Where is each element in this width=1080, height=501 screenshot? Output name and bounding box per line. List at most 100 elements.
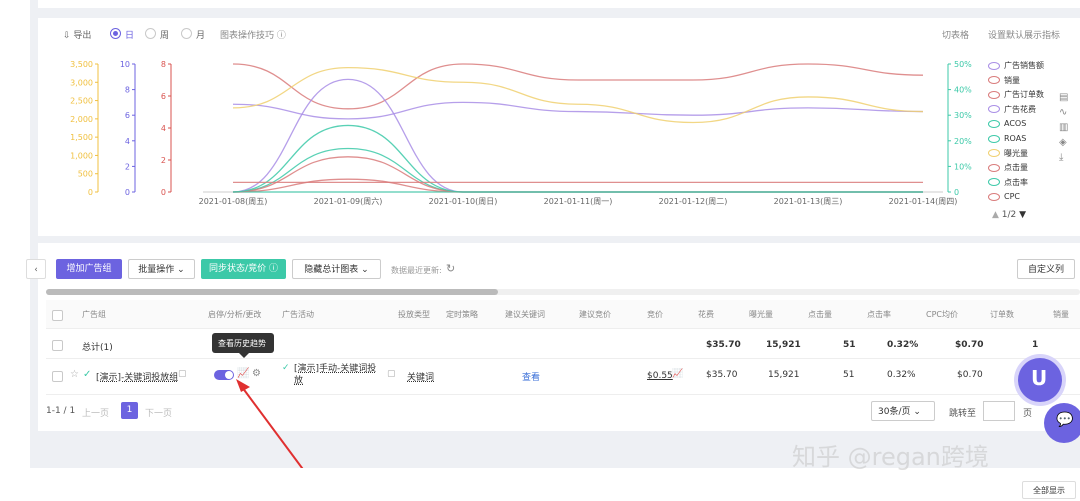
collapse-button[interactable]: ‹ xyxy=(26,259,46,279)
y-tick-label: 500 xyxy=(78,170,93,179)
batch-operation-button[interactable]: 批量操作 ⌄ xyxy=(128,259,195,279)
table-row xyxy=(46,360,1080,395)
total-row-checkbox[interactable] xyxy=(52,340,63,351)
legend-item[interactable]: 曝光量 xyxy=(988,148,1028,160)
jump-page-input[interactable] xyxy=(983,401,1015,421)
legend-item[interactable]: 点击量 xyxy=(988,162,1028,174)
column-header[interactable]: 启停/分析/更改 xyxy=(208,309,261,320)
set-default-metrics-button[interactable]: 设置默认展示指标 xyxy=(988,28,1060,41)
radio-day[interactable] xyxy=(110,28,121,39)
tooltip-arrow xyxy=(239,353,249,358)
total-clicks: 51 xyxy=(843,340,856,350)
legend-item[interactable]: 点击率 xyxy=(988,177,1028,189)
chevron-down-icon: ⌄ xyxy=(177,265,185,275)
legend-item[interactable]: ROAS xyxy=(988,133,1026,145)
column-header[interactable]: 销量 xyxy=(1053,309,1069,320)
legend-prev-icon[interactable]: ▲ xyxy=(992,210,999,220)
column-header[interactable]: 建议竞价 xyxy=(579,309,611,320)
total-impressions: 15,921 xyxy=(766,340,801,350)
scrollbar-thumb[interactable] xyxy=(46,289,498,295)
column-header[interactable]: 定时策略 xyxy=(446,309,478,320)
table-view-button[interactable]: 切表格 xyxy=(942,28,969,41)
document-icon[interactable]: ▤ xyxy=(1059,92,1068,107)
legend-label: 点击量 xyxy=(1004,163,1028,173)
column-header[interactable]: 订单数 xyxy=(990,309,1014,320)
radio-month[interactable] xyxy=(181,28,192,39)
add-group-button[interactable]: 增加广告组 xyxy=(56,259,122,279)
bid-trend-icon[interactable]: 📈 xyxy=(672,369,683,379)
sync-status-button[interactable]: 同步状态/竞价 ⓘ xyxy=(201,259,286,279)
column-header[interactable]: 广告活动 xyxy=(282,309,314,320)
legend-item[interactable]: CPC xyxy=(988,191,1020,203)
legend-next-icon[interactable]: ▼ xyxy=(1019,210,1026,220)
hide-chart-label: 隐藏总计图表 xyxy=(304,265,359,275)
legend-item[interactable]: 广告订单数 xyxy=(988,89,1044,101)
legend-label: ACOS xyxy=(1004,119,1027,129)
series-line xyxy=(232,67,924,124)
radio-week[interactable] xyxy=(145,28,156,39)
copy-icon[interactable]: ▢ xyxy=(178,369,187,379)
y-tick-label: 4 xyxy=(125,137,130,146)
legend-item[interactable]: ACOS xyxy=(988,118,1026,130)
y-tick-label: 50% xyxy=(954,60,972,69)
y-tick-label: 3,000 xyxy=(70,78,93,87)
suggested-keywords-link[interactable]: 查看 xyxy=(522,370,540,383)
legend-item[interactable]: 广告花费 xyxy=(988,104,1036,116)
help-icon: ⓘ xyxy=(268,264,278,274)
help-icon: ⓘ xyxy=(276,31,286,41)
next-page-button[interactable]: 下一页 xyxy=(145,406,172,419)
assistant-button[interactable]: U xyxy=(1018,358,1062,402)
hide-chart-button[interactable]: 隐藏总计图表 ⌄ xyxy=(292,259,381,279)
column-header[interactable]: CPC均价 xyxy=(926,309,958,320)
legend-page-label: 1/2 xyxy=(1001,210,1017,220)
x-tick-label: 2021-01-14(周四) xyxy=(889,197,958,206)
y-tick-label: 2,500 xyxy=(70,97,93,106)
column-header[interactable]: 点击率 xyxy=(867,309,891,320)
radio-month-label: 月 xyxy=(196,31,206,41)
row-checkbox[interactable] xyxy=(52,371,63,382)
radio-day-label: 日 xyxy=(125,31,135,41)
ad-group-link[interactable]: [演示]-关键词投放组 xyxy=(96,370,178,383)
star-icon[interactable]: ☆ xyxy=(70,369,79,380)
prev-page-button[interactable]: 上一页 xyxy=(82,406,109,419)
batch-label: 批量操作 xyxy=(138,265,175,275)
column-header[interactable]: 建议关键词 xyxy=(505,309,545,320)
total-cpc: $0.70 xyxy=(955,340,984,350)
column-header[interactable]: 投放类型 xyxy=(398,309,430,320)
show-all-button[interactable]: 全部显示 xyxy=(1022,481,1076,499)
refresh-icon[interactable]: ↻ xyxy=(446,262,455,275)
chat-button[interactable]: 💬 xyxy=(1044,403,1080,443)
line-chart-icon[interactable]: ∿ xyxy=(1059,107,1068,122)
row-cpc: $0.70 xyxy=(957,370,983,380)
legend-pager[interactable]: ▲ 1/2 ▼ xyxy=(992,210,1026,220)
legend-item[interactable]: 销量 xyxy=(988,75,1020,87)
y-tick-label: 40% xyxy=(954,86,972,95)
download-icon[interactable]: ⤓ xyxy=(1059,152,1068,167)
select-all-checkbox[interactable] xyxy=(52,310,63,321)
custom-columns-button[interactable]: 自定义列 xyxy=(1017,259,1075,279)
chart-tips-link[interactable]: 图表操作技巧 ⓘ xyxy=(220,28,286,41)
x-tick-label: 2021-01-12(周二) xyxy=(659,197,728,206)
x-tick-label: 2021-01-10(周日) xyxy=(429,197,498,206)
page-1-button[interactable]: 1 xyxy=(121,402,138,419)
column-header[interactable]: 点击量 xyxy=(808,309,832,320)
total-orders: 1 xyxy=(1032,340,1039,350)
y-tick-label: 8 xyxy=(125,86,130,95)
legend-item[interactable]: 广告销售额 xyxy=(988,60,1044,72)
series-line xyxy=(232,147,923,193)
y-tick-label: 8 xyxy=(161,60,166,69)
horizontal-scrollbar[interactable] xyxy=(46,289,1080,295)
arrow-line xyxy=(241,386,306,473)
column-header[interactable]: 竞价 xyxy=(647,309,663,320)
x-tick-label: 2021-01-11(周一) xyxy=(544,197,613,206)
column-header[interactable]: 广告组 xyxy=(82,309,106,320)
page-size-select[interactable]: 30条/页 ⌄ xyxy=(871,401,935,421)
layers-icon[interactable]: ◈ xyxy=(1059,137,1068,152)
copy-icon[interactable]: ▢ xyxy=(387,369,396,379)
bar-chart-icon[interactable]: ▥ xyxy=(1059,122,1068,137)
column-header[interactable]: 花费 xyxy=(698,309,714,320)
legend-label: 曝光量 xyxy=(1004,148,1028,158)
column-header[interactable]: 曝光量 xyxy=(749,309,773,320)
export-button[interactable]: ⇩ 导出 xyxy=(63,28,91,41)
bid-value[interactable]: $0.55 xyxy=(647,371,673,381)
